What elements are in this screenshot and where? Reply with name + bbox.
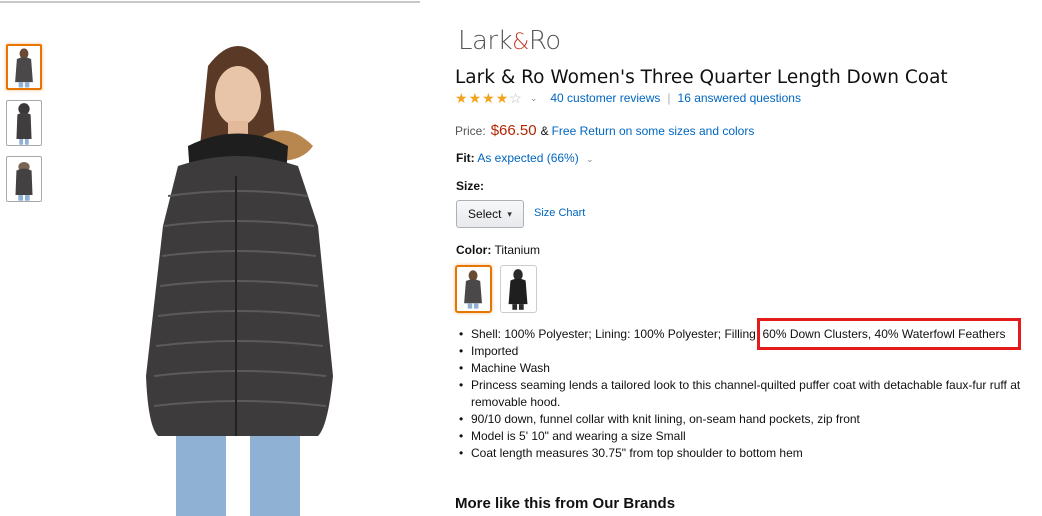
size-select-dropdown[interactable]: Select ▾ bbox=[456, 200, 524, 228]
feature-bullet: Model is 5' 10" and wearing a size Small bbox=[459, 428, 1041, 445]
price-value: $66.50 bbox=[490, 122, 537, 139]
breadcrumb-cutoff bbox=[0, 0, 420, 5]
rating-row: ★ ★ ★ ★ ☆ ⌄ 40 customer reviews | 16 ans… bbox=[455, 91, 801, 105]
star-rating[interactable]: ★ ★ ★ ★ ☆ bbox=[455, 91, 522, 105]
brand-logo-part: Ro bbox=[528, 26, 561, 56]
feature-bullet: Princess seaming lends a tailored look t… bbox=[459, 377, 1041, 411]
more-like-this-heading: More like this from Our Brands bbox=[455, 495, 676, 512]
star-full-icon: ★ bbox=[495, 90, 509, 106]
color-swatches bbox=[455, 265, 537, 313]
size-chart-link[interactable]: Size Chart bbox=[534, 207, 585, 219]
coat-black-swatch-image bbox=[508, 269, 528, 310]
thumbnail-strip bbox=[6, 44, 42, 212]
feature-bullet: Machine Wash bbox=[459, 360, 1041, 377]
main-product-image[interactable] bbox=[118, 26, 358, 516]
swatch-titanium[interactable] bbox=[455, 265, 492, 313]
chevron-down-icon: ▾ bbox=[507, 208, 512, 219]
customer-reviews-link[interactable]: 40 customer reviews bbox=[550, 91, 660, 105]
separator: | bbox=[667, 91, 671, 105]
brand-logo-amp: & bbox=[512, 30, 529, 55]
star-full-icon: ★ bbox=[455, 90, 468, 106]
product-title: Lark & Ro Women's Three Quarter Length D… bbox=[455, 67, 948, 88]
chevron-down-icon[interactable]: ⌄ bbox=[530, 93, 538, 104]
feature-bullets: Shell: 100% Polyester; Lining: 100% Poly… bbox=[459, 326, 1041, 462]
thumbnail-front[interactable] bbox=[6, 44, 42, 90]
thumbnail-back[interactable] bbox=[6, 156, 42, 202]
fit-label: Fit: bbox=[456, 151, 475, 165]
coat-front-thumbnail-image bbox=[15, 48, 33, 88]
fit-value-link[interactable]: As expected (66%) bbox=[477, 151, 578, 165]
size-label: Size: bbox=[456, 179, 485, 193]
coat-titanium-swatch-image bbox=[464, 270, 482, 309]
color-label-row: Color: Titanium bbox=[456, 243, 540, 257]
brand-logo-part: Lark bbox=[458, 26, 513, 56]
star-full-icon: ★ bbox=[482, 90, 495, 106]
feature-bullet: Imported bbox=[459, 343, 1041, 360]
chevron-down-icon[interactable]: ⌄ bbox=[586, 154, 594, 164]
star-empty-icon: ☆ bbox=[509, 90, 522, 106]
coat-side-thumbnail-image bbox=[16, 103, 32, 145]
feature-bullet: Coat length measures 30.75" from top sho… bbox=[459, 445, 1041, 462]
swatch-black[interactable] bbox=[500, 265, 537, 313]
coat-back-thumbnail-image bbox=[15, 162, 33, 201]
size-select-label: Select bbox=[468, 207, 502, 221]
color-label: Color: bbox=[456, 243, 492, 257]
fit-row: Fit: As expected (66%) ⌄ bbox=[456, 151, 594, 165]
free-return-link[interactable]: Free Return on some sizes and colors bbox=[552, 124, 755, 138]
price-label: Price: bbox=[455, 124, 486, 138]
color-value: Titanium bbox=[494, 243, 541, 257]
feature-bullet: 90/10 down, funnel collar with knit lini… bbox=[459, 411, 1041, 428]
price-row: Price: $66.50 & Free Return on some size… bbox=[455, 122, 754, 139]
woman-in-down-coat-image bbox=[146, 46, 333, 516]
price-amp: & bbox=[540, 124, 549, 138]
answered-questions-link[interactable]: 16 answered questions bbox=[678, 91, 801, 105]
brand-logo[interactable]: Lark&Ro bbox=[458, 26, 561, 56]
thumbnail-side[interactable] bbox=[6, 100, 42, 146]
feature-bullet: Shell: 100% Polyester; Lining: 100% Poly… bbox=[459, 326, 1041, 343]
star-full-icon: ★ bbox=[468, 90, 482, 106]
